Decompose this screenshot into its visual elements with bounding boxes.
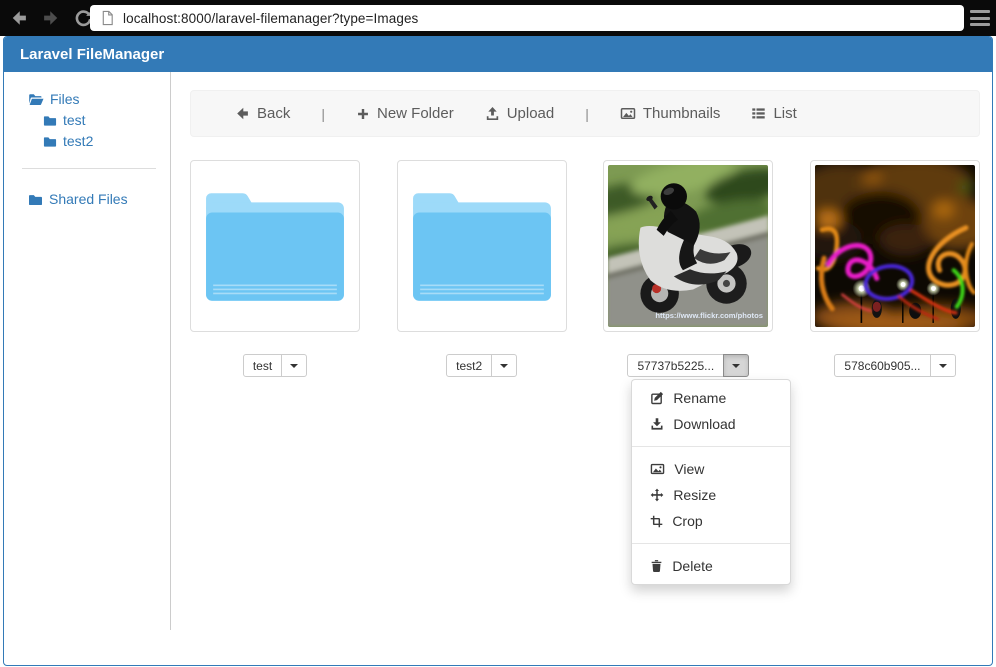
new-folder-button[interactable]: New Folder: [356, 105, 454, 122]
menu-item-rename[interactable]: Rename: [632, 385, 790, 411]
sidebar-item-label: Shared Files: [49, 189, 128, 209]
caret-down-icon: [500, 364, 508, 368]
resize-icon: [650, 488, 664, 502]
back-button[interactable]: Back: [235, 105, 290, 122]
item-dropdown-toggle[interactable]: [491, 354, 517, 377]
motorcycle-thumbnail: https://www.flickr.com/photos: [608, 165, 768, 327]
item-name-button[interactable]: 57737b5225...: [627, 354, 724, 377]
folder-closed-icon: [43, 135, 57, 148]
menu-item-delete[interactable]: Delete: [632, 553, 790, 579]
folder-card-test2[interactable]: [397, 160, 567, 332]
browser-forward-icon[interactable]: [38, 7, 64, 29]
image-card-57737b5225[interactable]: https://www.flickr.com/photos: [603, 160, 773, 332]
caret-down-icon: [939, 364, 947, 368]
sidebar-divider: [22, 168, 156, 169]
folder-tree-sidebar: Files test test2 Shared Files: [4, 72, 171, 630]
item-name-button[interactable]: 578c60b905...: [834, 354, 930, 377]
item-dropdown-toggle[interactable]: [930, 354, 956, 377]
sidebar-item-label: test: [63, 110, 86, 130]
back-icon: [235, 106, 250, 121]
browser-chrome: localhost:8000/laravel-filemanager?type=…: [0, 0, 996, 36]
plus-icon: [356, 107, 370, 121]
crop-icon: [650, 515, 663, 528]
thumbnails-button[interactable]: Thumbnails: [620, 105, 721, 122]
folder-thumbnail-icon: [202, 187, 348, 305]
light-painting-thumbnail: [815, 165, 975, 327]
menu-divider: [632, 543, 790, 544]
folder-closed-icon: [28, 193, 43, 206]
item-context-menu: Rename Download View R: [631, 379, 791, 585]
list-view-button[interactable]: List: [751, 105, 796, 122]
trash-icon: [650, 559, 663, 573]
menu-item-resize[interactable]: Resize: [632, 482, 790, 508]
item-dropdown-toggle[interactable]: [281, 354, 307, 377]
picture-icon: [650, 462, 665, 476]
main-area: Back | New Folder Upload | Thumbnails: [172, 72, 992, 377]
folder-card-test[interactable]: [190, 160, 360, 332]
list-icon: [751, 106, 766, 121]
item-column: 578c60b905...: [810, 160, 980, 377]
sidebar-item-shared-files[interactable]: Shared Files: [28, 189, 170, 209]
menu-item-view[interactable]: View: [632, 456, 790, 482]
download-icon: [650, 417, 664, 431]
image-card-578c60b905[interactable]: [810, 160, 980, 332]
item-column: test: [190, 160, 360, 377]
folder-closed-icon: [43, 114, 57, 127]
toolbar-separator: |: [585, 106, 589, 122]
item-column: https://www.flickr.com/photos 57737b5225…: [603, 160, 773, 377]
browser-back-icon[interactable]: [6, 7, 32, 29]
menu-divider: [632, 446, 790, 447]
toolbar-separator: |: [321, 106, 325, 122]
menu-item-download[interactable]: Download: [632, 411, 790, 437]
panel-title: Laravel FileManager: [4, 37, 992, 72]
browser-menu-icon[interactable]: [970, 9, 990, 27]
upload-icon: [485, 106, 500, 121]
page-icon: [100, 10, 115, 26]
filemanager-panel: Laravel FileManager Files test test2 Sha…: [3, 36, 993, 666]
item-dropdown-toggle[interactable]: [723, 354, 749, 377]
rename-icon: [650, 391, 664, 405]
sidebar-item-files[interactable]: Files: [28, 89, 170, 109]
sidebar-item-test[interactable]: test: [43, 110, 170, 130]
folder-open-icon: [28, 92, 44, 106]
sidebar-item-test2[interactable]: test2: [43, 131, 170, 151]
menu-item-crop[interactable]: Crop: [632, 508, 790, 534]
upload-button[interactable]: Upload: [485, 105, 555, 122]
image-watermark: https://www.flickr.com/photos: [656, 311, 764, 320]
item-name-button[interactable]: test: [243, 354, 282, 377]
caret-down-icon: [290, 364, 298, 368]
sidebar-item-label: test2: [63, 131, 93, 151]
url-text: localhost:8000/laravel-filemanager?type=…: [123, 11, 418, 26]
url-bar[interactable]: localhost:8000/laravel-filemanager?type=…: [90, 5, 964, 31]
caret-down-icon: [732, 364, 740, 368]
folder-thumbnail-icon: [409, 187, 555, 305]
items-grid: test: [190, 160, 980, 377]
item-name-button[interactable]: test2: [446, 354, 492, 377]
toolbar: Back | New Folder Upload | Thumbnails: [190, 90, 980, 137]
sidebar-item-label: Files: [50, 89, 80, 109]
item-column: test2: [397, 160, 567, 377]
picture-icon: [620, 106, 636, 121]
